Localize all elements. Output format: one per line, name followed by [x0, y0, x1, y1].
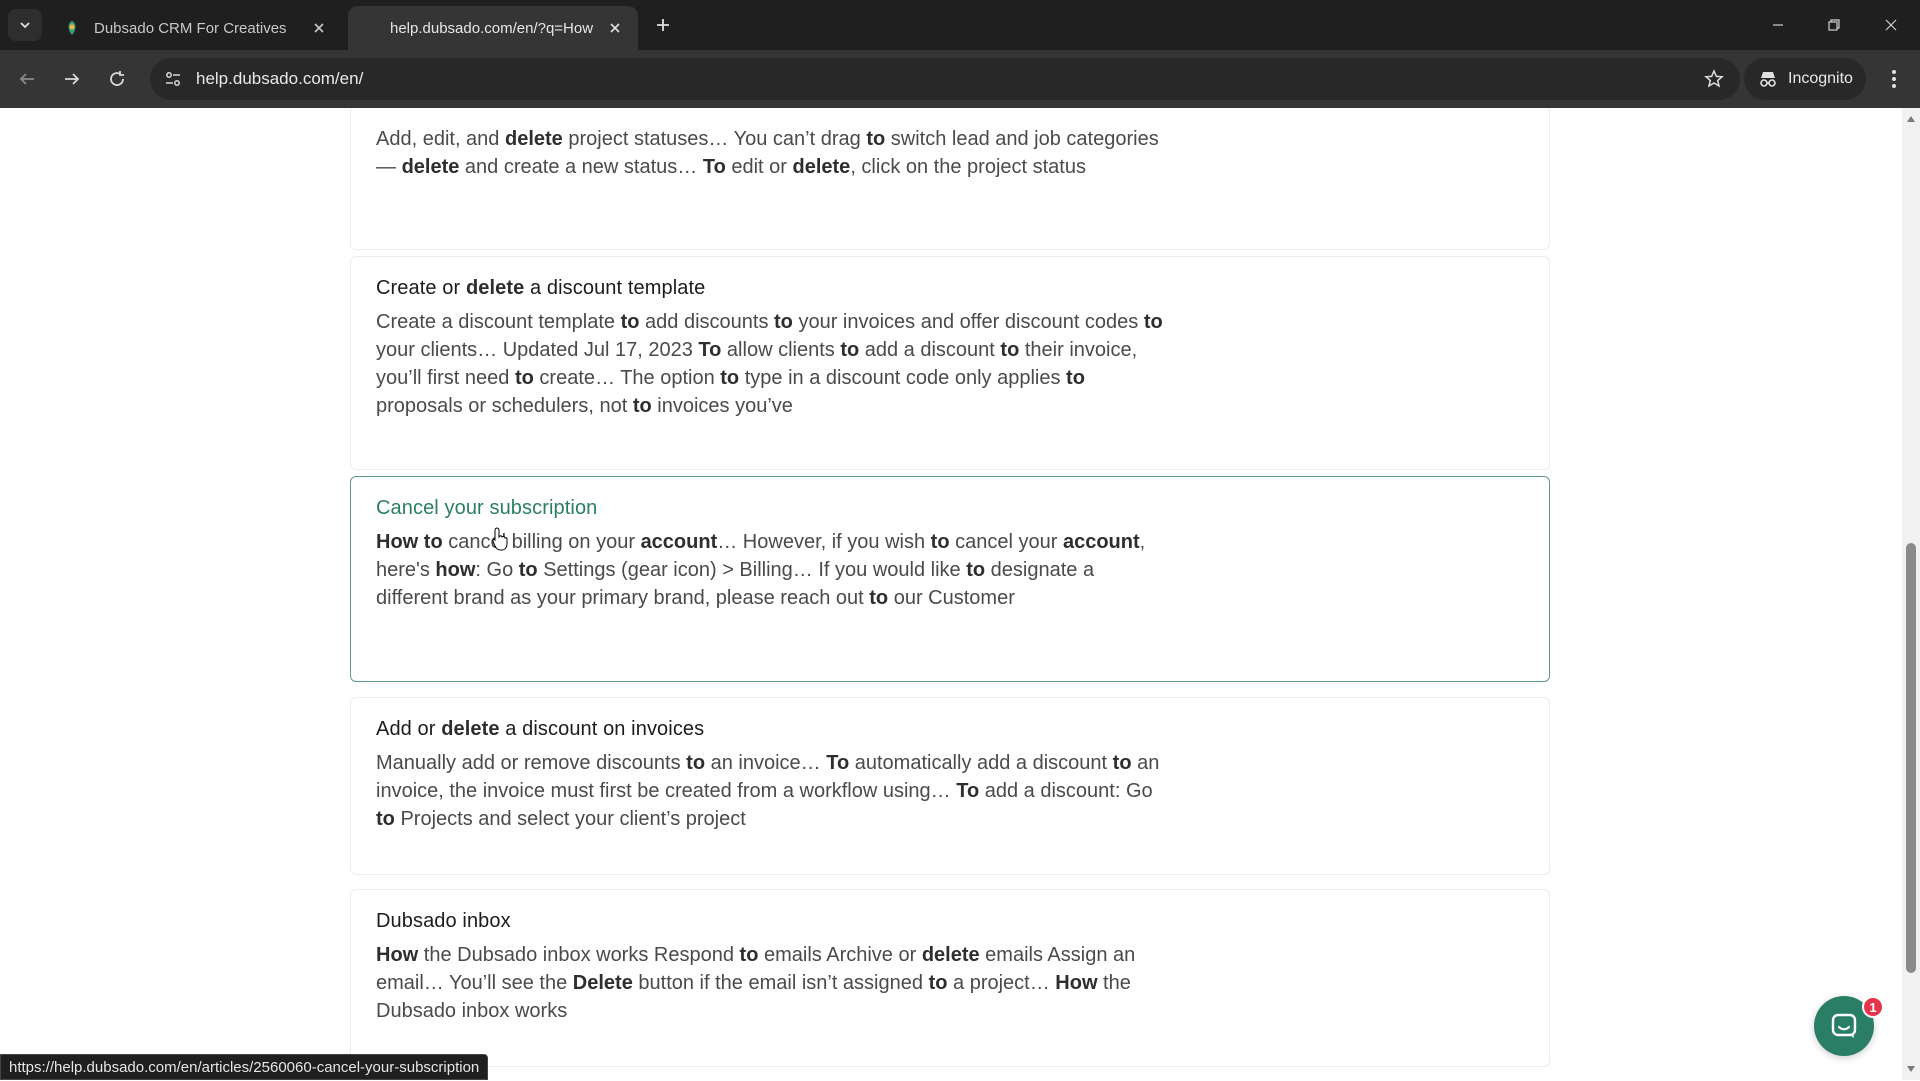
highlighted-term: to	[686, 752, 706, 774]
result-snippet: Create a discount template to add discou…	[376, 311, 1163, 417]
chevron-down-icon	[20, 22, 30, 29]
chat-icon	[1831, 1013, 1857, 1038]
result-snippet: Manually add or remove discounts to an i…	[376, 752, 1160, 830]
close-icon	[1885, 19, 1897, 31]
highlighted-term: to	[518, 559, 538, 581]
star-icon	[1704, 69, 1724, 88]
search-result-card[interactable]: Add or delete a discount on invoices Man…	[350, 697, 1550, 875]
tune-icon	[166, 72, 180, 86]
highlighted-term: to	[869, 587, 889, 609]
incognito-icon	[1760, 72, 1776, 87]
vertical-scrollbar[interactable]	[1902, 108, 1920, 1080]
result-title[interactable]: Add or delete a discount on invoices	[376, 718, 1524, 741]
tab-title: help.dubsado.com/en/?q=How	[390, 19, 594, 37]
close-window-button[interactable]	[1875, 10, 1907, 40]
result-title-link[interactable]: Cancel your subscription	[376, 497, 1524, 520]
search-result-card[interactable]: Cancel your subscription How to cancel b…	[350, 476, 1550, 682]
scrollbar-thumb[interactable]	[1906, 543, 1916, 973]
page-content: Add, edit, and delete project statuses… …	[0, 108, 1902, 1080]
result-snippet: Add, edit, and delete project statuses… …	[376, 128, 1159, 178]
highlighted-term: account	[1062, 531, 1140, 553]
plus-icon	[657, 19, 669, 31]
tab-dubsado-crm[interactable]: Dubsado CRM For Creatives	[52, 6, 342, 50]
highlighted-term: to	[840, 339, 860, 361]
highlighted-term: To	[698, 339, 722, 361]
close-icon[interactable]	[604, 17, 626, 39]
highlighted-term: to	[720, 367, 740, 389]
highlighted-term: how	[435, 559, 476, 581]
highlighted-term: Delete	[572, 972, 633, 994]
bookmark-button[interactable]	[1702, 67, 1726, 91]
highlighted-term: to	[620, 311, 640, 333]
minimize-button[interactable]	[1762, 10, 1794, 40]
highlighted-term: account	[640, 531, 718, 553]
site-info-button[interactable]	[158, 64, 188, 94]
result-title[interactable]: Dubsado inbox	[376, 910, 1524, 933]
notification-badge: 1	[1862, 996, 1884, 1018]
highlighted-term: to	[966, 559, 986, 581]
incognito-indicator[interactable]: Incognito	[1744, 58, 1866, 100]
highlighted-term: How	[376, 944, 419, 966]
forward-button[interactable]	[55, 62, 89, 96]
tab-search-button[interactable]	[8, 9, 42, 41]
mouse-cursor-icon	[492, 527, 508, 551]
scroll-down-arrow-icon[interactable]	[1907, 1066, 1915, 1072]
close-icon[interactable]	[308, 17, 330, 39]
highlighted-term: to	[1066, 367, 1085, 389]
browser-toolbar: help.dubsado.com/en/ Incognito	[0, 50, 1920, 108]
incognito-label: Incognito	[1788, 70, 1853, 87]
highlighted-term: delete	[465, 277, 525, 299]
highlighted-term: to	[423, 531, 443, 553]
tab-help-search[interactable]: help.dubsado.com/en/?q=How	[348, 6, 638, 50]
highlighted-term: to	[774, 311, 793, 333]
highlighted-term: To	[826, 752, 850, 774]
status-bar-url: https://help.dubsado.com/en/articles/256…	[0, 1054, 489, 1080]
arrow-right-icon	[65, 73, 80, 85]
highlighted-term: delete	[401, 156, 460, 178]
highlighted-term: to	[1000, 339, 1020, 361]
dubsado-favicon-icon	[68, 21, 76, 35]
highlighted-term: To	[956, 780, 980, 802]
highlighted-term: How	[1055, 972, 1098, 994]
address-bar[interactable]: help.dubsado.com/en/	[150, 58, 1740, 100]
highlighted-term: to	[1143, 311, 1163, 333]
highlighted-term: delete	[441, 718, 500, 740]
more-vertical-icon	[1892, 70, 1896, 88]
highlighted-term: to	[930, 531, 950, 553]
result-snippet: How the Dubsado inbox works Respond to e…	[376, 944, 1136, 1022]
highlighted-term: to	[632, 395, 652, 417]
browser-menu-button[interactable]	[1878, 63, 1910, 95]
result-title[interactable]: Create or delete a discount template	[376, 277, 1524, 300]
highlighted-term: to	[1112, 752, 1132, 774]
tab-strip: Dubsado CRM For Creatives help.dubsado.c…	[0, 0, 1920, 50]
highlighted-term: To	[702, 156, 726, 178]
scroll-up-arrow-icon[interactable]	[1907, 116, 1915, 122]
highlighted-term: to	[376, 808, 395, 830]
search-result-card[interactable]: Dubsado inbox How the Dubsado inbox work…	[350, 889, 1550, 1067]
page-favicon-icon	[360, 20, 376, 36]
arrow-left-icon	[19, 73, 34, 85]
highlighted-term: How	[376, 531, 419, 553]
highlighted-term: to	[514, 367, 534, 389]
highlighted-term: delete	[921, 944, 980, 966]
highlighted-term: delete	[792, 156, 851, 178]
reload-icon	[110, 71, 124, 86]
highlighted-term: to	[866, 128, 886, 150]
reload-button[interactable]	[100, 62, 134, 96]
new-tab-button[interactable]	[650, 12, 676, 38]
tab-title: Dubsado CRM For Creatives	[94, 19, 287, 37]
search-result-card[interactable]: Add, edit, and delete project statuses… …	[350, 108, 1550, 250]
search-result-card[interactable]: Create or delete a discount template Cre…	[350, 256, 1550, 470]
restore-button[interactable]	[1818, 10, 1850, 40]
restore-icon	[1828, 19, 1840, 31]
highlighted-term: to	[739, 944, 759, 966]
highlighted-term: delete	[504, 128, 563, 150]
back-button[interactable]	[10, 62, 44, 96]
minimize-icon	[1773, 24, 1783, 26]
highlighted-term: to	[928, 972, 948, 994]
url-text[interactable]: help.dubsado.com/en/	[196, 69, 363, 89]
